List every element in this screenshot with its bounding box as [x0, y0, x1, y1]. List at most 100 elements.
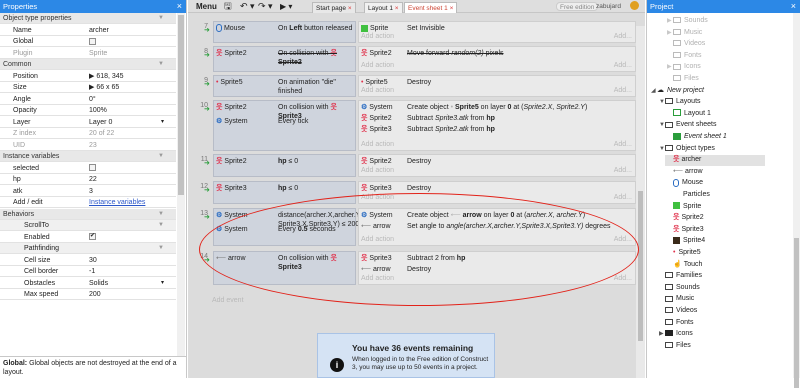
collapse-icon[interactable]: ▼ — [158, 13, 164, 24]
property-row-instance-variables[interactable]: Instance variables ▼ — [0, 151, 176, 163]
run-button[interactable]: ▶ ▾ — [280, 0, 292, 13]
property-row-enabled[interactable]: Enabled ✔ — [0, 232, 176, 243]
property-row-scrollto[interactable]: ScrollTo ▼ — [0, 220, 176, 232]
close-icon[interactable]: × — [791, 0, 796, 13]
property-checkbox[interactable] — [89, 36, 96, 47]
collapse-icon[interactable]: ▼ — [158, 151, 164, 162]
tab-layout-1[interactable]: Layout 1 × — [364, 2, 403, 13]
event-expand-icon[interactable]: ➜ — [204, 51, 210, 60]
action-text[interactable]: Destroy — [407, 184, 431, 193]
add-action-link[interactable]: Add action — [361, 32, 394, 41]
event-actions[interactable]: 웃 Sprite2 Move forward random(2) pixels Ad… — [358, 46, 636, 72]
event-conditions[interactable]: ➜ 웃 Sprite2 hp ≤ 0 — [204, 154, 356, 177]
tree-item-event-sheets[interactable]: ▼ Event sheets — [659, 120, 716, 131]
save-icon[interactable]: 🖫 — [224, 0, 232, 13]
property-row-global[interactable]: Global — [0, 36, 176, 48]
action-object[interactable]: 웃 Sprite2 — [361, 157, 392, 166]
condition-object[interactable]: ⚙ System — [216, 117, 248, 126]
tree-item-icons[interactable]: ▶ Icons — [667, 62, 701, 73]
close-icon[interactable]: × — [348, 5, 352, 12]
event-actions[interactable]: • Sprite5 Destroy Add action Add... — [358, 75, 636, 97]
tree-item-music[interactable]: Music — [659, 294, 694, 305]
property-value[interactable]: 100% — [89, 105, 107, 116]
event-conditions[interactable]: ➜ 웃 Sprite2 On collision with 웃 Sprite3 ⚙ Sy… — [204, 100, 356, 151]
event-actions[interactable]: Sprite Set Invisible Add action Add... — [358, 21, 636, 43]
property-row-size[interactable]: Size ▶ 66 x 65 — [0, 82, 176, 94]
event-expand-icon[interactable]: ➜ — [204, 213, 210, 222]
tree-item-event-sheet-1[interactable]: Event sheet 1 — [667, 132, 727, 143]
condition-text[interactable]: Every tick — [278, 117, 308, 126]
tree-item-sprite[interactable]: Sprite — [667, 202, 701, 213]
property-value[interactable]: -1 — [89, 266, 95, 277]
condition-object[interactable]: Mouse — [216, 24, 245, 33]
collapse-icon[interactable]: ▼ — [158, 59, 164, 70]
property-row-opacity[interactable]: Opacity 100% — [0, 105, 176, 117]
user-name[interactable]: zabujard — [596, 0, 621, 13]
event-block[interactable]: 7 ➜ Mouse On Left button released Sprite Se… — [204, 21, 636, 43]
condition-text[interactable]: On Left button released — [278, 24, 352, 33]
undo-button[interactable]: ↶ ▾ — [240, 0, 255, 13]
add-event-link[interactable]: Add event — [212, 296, 244, 305]
tab-start-page[interactable]: Start page × — [312, 2, 356, 13]
action-text[interactable]: Destroy — [407, 78, 431, 87]
tree-item-touch[interactable]: ☝ Touch — [667, 260, 702, 271]
action-object[interactable]: 웃 Sprite2 — [361, 49, 392, 58]
tree-item-sounds[interactable]: Sounds — [659, 283, 700, 294]
property-row-hp[interactable]: hp 22 — [0, 174, 176, 186]
condition-object[interactable]: 웃 Sprite2 — [216, 157, 247, 166]
add-action-link[interactable]: Add action — [361, 61, 394, 70]
add-action-link[interactable]: Add action — [361, 140, 394, 149]
action-object[interactable]: 웃 Sprite2 — [361, 114, 392, 123]
tree-item-sounds[interactable]: ▶ Sounds — [667, 16, 708, 27]
event-conditions[interactable]: ➜ Mouse On Left button released — [204, 21, 356, 43]
property-value[interactable]: 200 — [89, 289, 101, 300]
tree-item-new-project[interactable]: ◢☁ New project — [651, 86, 704, 97]
properties-scrollbar[interactable] — [177, 13, 185, 356]
add-action-link[interactable]: Add action — [361, 86, 394, 95]
add-more-link[interactable]: Add... — [614, 86, 632, 95]
condition-object[interactable]: 웃 Sprite2 — [216, 103, 247, 112]
close-icon[interactable]: × — [450, 5, 454, 12]
property-row-obstacles[interactable]: Obstacles Solids ▾ — [0, 278, 176, 289]
property-checkbox[interactable] — [89, 163, 96, 174]
condition-object[interactable]: • Sprite5 — [216, 78, 243, 87]
property-row-max-speed[interactable]: Max speed 200 — [0, 289, 176, 301]
tree-item-layouts[interactable]: ▼ Layouts — [659, 97, 701, 108]
tree-item-videos[interactable]: Videos — [667, 39, 705, 50]
event-block[interactable]: 9 ➜ • Sprite5 On animation "die" finished • S… — [204, 75, 636, 97]
property-row-behaviors[interactable]: Behaviors ▼ — [0, 208, 176, 220]
redo-button[interactable]: ↷ ▾ — [258, 0, 273, 13]
property-value[interactable]: Layer 0 — [89, 117, 112, 128]
tree-item-object-types[interactable]: ▼ Object types — [659, 144, 715, 155]
condition-text[interactable]: hp ≤ 0 — [278, 157, 298, 166]
property-checkbox[interactable]: ✔ — [89, 232, 96, 243]
tree-item-icons[interactable]: ▶ Icons — [659, 329, 693, 340]
event-actions[interactable]: ⚙ System Create object • Sprite5 on layer… — [358, 100, 636, 151]
collapse-icon[interactable]: ▼ — [158, 243, 164, 254]
add-more-link[interactable]: Add... — [614, 61, 632, 70]
event-block[interactable]: 10 ➜ 웃 Sprite2 On collision with 웃 Sprite3 ⚙ … — [200, 100, 636, 151]
tree-item-mouse[interactable]: Mouse — [667, 178, 703, 189]
add-action-link[interactable]: Add action — [361, 166, 394, 175]
project-scrollbar[interactable] — [793, 13, 800, 388]
property-row-position[interactable]: Position ▶ 618, 345 — [0, 71, 176, 82]
property-value[interactable]: 3 — [89, 186, 93, 197]
tree-item-families[interactable]: Families — [659, 271, 702, 282]
scrollbar-thumb[interactable] — [638, 191, 643, 341]
event-expand-icon[interactable]: ➜ — [204, 159, 210, 168]
dropdown-icon[interactable]: ▾ — [161, 278, 164, 289]
property-row-layer[interactable]: Layer Layer 0 ▾ — [0, 117, 176, 128]
close-icon[interactable]: × — [177, 0, 182, 13]
property-row-selected[interactable]: selected — [0, 163, 176, 174]
action-text[interactable]: Destroy — [407, 157, 431, 166]
action-text[interactable]: Subtract Sprite2.atk from hp — [407, 125, 495, 134]
tree-item-sprite4[interactable]: Sprite4 — [667, 236, 705, 247]
scrollbar-thumb[interactable] — [178, 15, 184, 195]
property-row-uid[interactable]: UID 23 — [0, 140, 176, 151]
property-value[interactable]: 23 — [89, 140, 97, 151]
event-block[interactable]: 11 ➜ 웃 Sprite2 hp ≤ 0웃 Sprite2 Destroy Add ac… — [201, 154, 636, 177]
add-more-link[interactable]: Add... — [614, 166, 632, 175]
condition-object[interactable]: 웃 Sprite3 — [216, 184, 247, 193]
property-row-z-index[interactable]: Z index 20 of 22 — [0, 128, 176, 140]
free-edition-badge[interactable]: Free edition — [556, 2, 599, 11]
